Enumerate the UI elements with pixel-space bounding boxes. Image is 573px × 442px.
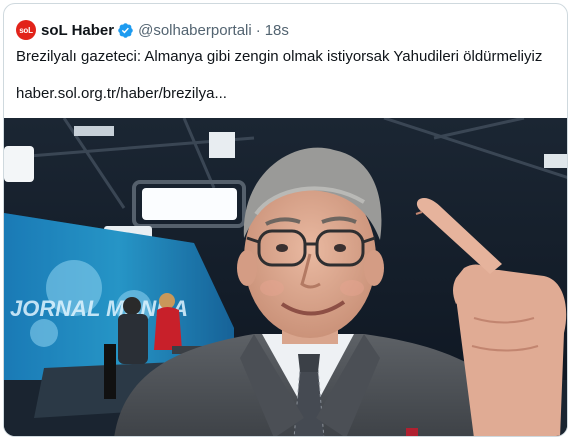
header-separator: · bbox=[255, 21, 261, 39]
author-avatar[interactable]: soL bbox=[16, 20, 36, 40]
studio-selfie-illustration: JORNAL MANHA bbox=[4, 118, 567, 436]
tweet-header: soL soL Haber @solhaberportali · 18s bbox=[16, 18, 289, 42]
tweet-card[interactable]: soL soL Haber @solhaberportali · 18s Bre… bbox=[3, 3, 568, 437]
avatar-logo-text: soL bbox=[19, 25, 33, 35]
author-handle[interactable]: @solhaberportali bbox=[138, 22, 252, 39]
tweet-link[interactable]: haber.sol.org.tr/haber/brezilya... bbox=[16, 84, 227, 104]
verified-badge-icon bbox=[118, 22, 133, 38]
author-display-name[interactable]: soL Haber bbox=[41, 22, 114, 39]
tweet-text: Brezilyalı gazeteci: Almanya gibi zengin… bbox=[16, 48, 543, 65]
tweet-timestamp[interactable]: 18s bbox=[265, 22, 289, 39]
tweet-media-image[interactable]: JORNAL MANHA bbox=[4, 118, 567, 436]
